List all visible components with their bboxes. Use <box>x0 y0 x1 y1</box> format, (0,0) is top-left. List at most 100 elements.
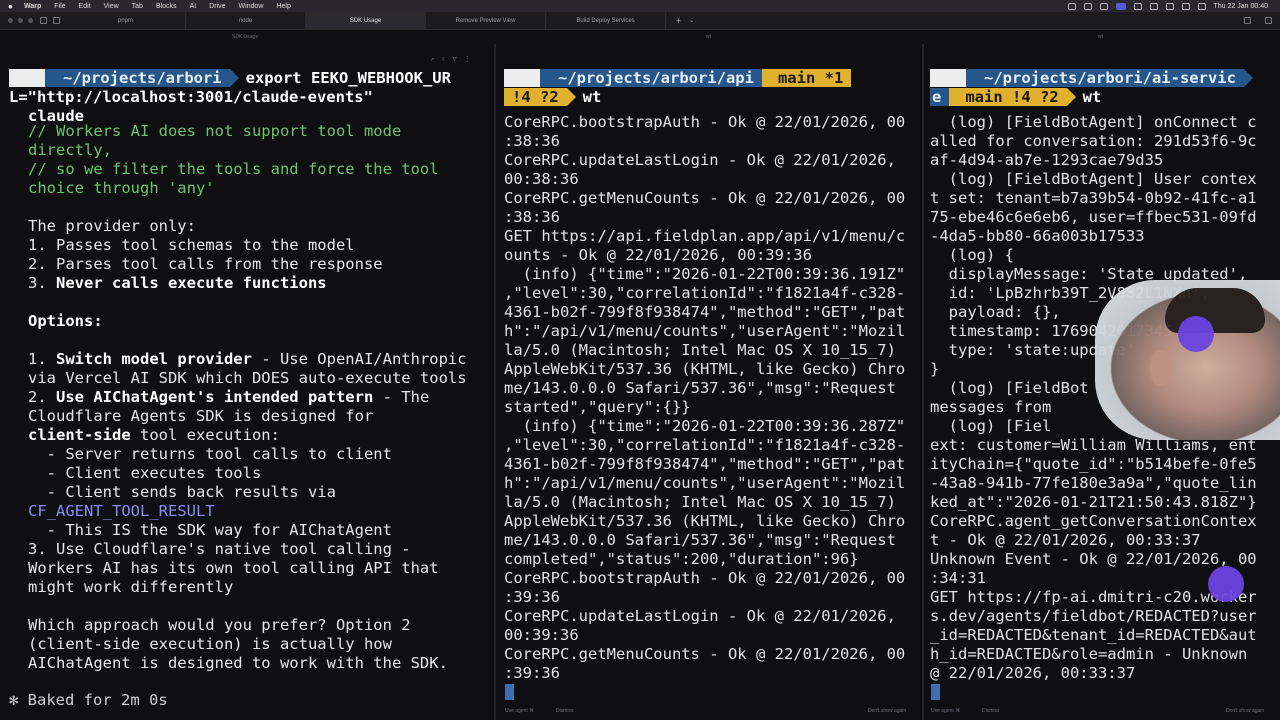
left-line: The provider only: <box>28 217 196 235</box>
menu-blocks[interactable]: Blocks <box>156 3 177 10</box>
dont-show-again-button[interactable]: Don't show again <box>868 708 906 714</box>
baked-status: ✻ Baked for 2m 0s <box>9 691 168 709</box>
sidebar-toggle-icon[interactable] <box>40 17 47 24</box>
menu-drive[interactable]: Drive <box>209 3 225 10</box>
menu-view[interactable]: View <box>104 3 119 10</box>
log-line: s.dev/agents/fieldbot/REDACTED?user <box>930 607 1257 625</box>
left-output: // Workers AI does not support tool mode… <box>28 122 467 673</box>
wifi-icon[interactable] <box>1165 2 1174 10</box>
new-tab-button[interactable]: + <box>676 16 681 26</box>
left-line <box>28 293 467 312</box>
left-line <box>28 331 467 350</box>
left-line: 1. Passes tool schemas to the model <box>28 236 355 254</box>
dismiss-button[interactable]: Dismiss <box>556 708 574 714</box>
use-agent-hint[interactable]: Use agent ⌘ <box>505 708 534 714</box>
chevron-down-icon[interactable]: ⌄ <box>689 17 694 24</box>
minimize-window-icon[interactable] <box>18 18 23 23</box>
log-line: la/5.0 (Macintosh; Intel Mac OS X 10_15_… <box>504 341 896 359</box>
left-line: - Client sends back results via <box>28 483 336 501</box>
left-line: - Server returns tool calls to client <box>28 445 392 463</box>
prompt-left: ~/projects/arbori export EEKO_WEBHOOK_UR <box>9 69 451 87</box>
log-line: (info) {"time":"2026-01-22T00:39:36.191Z… <box>504 265 906 283</box>
left-line: CF_AGENT_TOOL_RESULT <box>28 502 215 520</box>
apple-icon[interactable]: ● <box>8 2 18 11</box>
menu-edit[interactable]: Edit <box>79 3 91 10</box>
tab-remove-preview-view[interactable]: Remove Preview View <box>426 11 546 30</box>
bluetooth-icon[interactable] <box>1149 2 1158 10</box>
share-icon[interactable]: ⇗ <box>430 55 434 63</box>
menu-icon[interactable] <box>1265 17 1272 24</box>
more-icon[interactable]: ⋮ <box>464 55 471 63</box>
dont-show-again-button[interactable]: Don't show again <box>1226 708 1264 714</box>
log-line: me/143.0.0.0 Safari/537.36","msg":"Reque… <box>504 531 896 549</box>
prompt-mid-line2: !4 ?2 wt <box>504 88 601 106</box>
log-line: t - Ok @ 22/01/2026, 00:33:37 <box>930 531 1201 549</box>
audio-icon[interactable] <box>1067 2 1076 10</box>
log-line: completed","status":200,"duration":96} <box>504 550 859 568</box>
tabbar-right-controls <box>1238 17 1272 24</box>
webcam-overlay <box>1095 280 1280 440</box>
screen-record-icon[interactable] <box>1115 2 1126 10</box>
git-status-badge: !4 ?2 <box>504 88 576 106</box>
left-line: 2. Parses tool calls from the response <box>28 255 383 273</box>
log-line: 4361-b02f-799f8f938474","method":"GET","… <box>504 455 906 473</box>
cloud-icon[interactable] <box>1083 2 1092 10</box>
log-line: h":"/api/v1/menu/counts","userAgent":"Mo… <box>504 474 906 492</box>
tab-bar: pnpm node SDK Usage Remove Preview View … <box>0 11 1280 30</box>
log-line: h":"/api/v1/menu/counts","userAgent":"Mo… <box>504 322 906 340</box>
log-line: CoreRPC.updateLastLogin - Ok @ 22/01/202… <box>504 607 896 625</box>
log-line: me/143.0.0.0 Safari/537.36","msg":"Reque… <box>504 379 896 397</box>
log-line: ounts - Ok @ 22/01/2026, 00:39:36 <box>504 246 812 264</box>
log-line: GET https://api.fieldplan.app/api/v1/men… <box>504 227 906 245</box>
log-line: CoreRPC.agent_getConversationContex <box>930 512 1257 530</box>
pane-divider[interactable] <box>922 44 924 720</box>
left-line: might work differently <box>28 578 234 596</box>
ai-icon[interactable] <box>53 17 60 24</box>
dismiss-button[interactable]: Dismiss <box>982 708 1000 714</box>
clock-icon[interactable] <box>1099 2 1108 10</box>
menu-tab[interactable]: Tab <box>132 3 143 10</box>
log-line: ked_at":"2026-01-21T21:50:43.818Z"} <box>930 493 1257 511</box>
menubar-clock[interactable]: Thu 22 Jan 00:40 <box>1214 3 1269 10</box>
close-window-icon[interactable] <box>8 18 13 23</box>
settings-icon[interactable] <box>1244 17 1251 24</box>
left-line: via Vercel AI SDK which DOES auto-execut… <box>28 369 467 387</box>
tab-node[interactable]: node <box>186 11 306 30</box>
left-line: choice through 'any' <box>28 179 215 197</box>
tab-sdk-usage[interactable]: SDK Usage <box>306 11 426 30</box>
prompt-right: ~/projects/arbori/ai-servic <box>930 69 1253 87</box>
search-icon[interactable] <box>1181 2 1190 10</box>
menu-file[interactable]: File <box>54 3 65 10</box>
log-line: :38:36 <box>504 132 560 150</box>
log-line: started","query":{}} <box>504 398 691 416</box>
webcam-ear <box>1150 350 1172 386</box>
battery-icon[interactable] <box>1133 2 1142 10</box>
filter-icon[interactable]: ▽ <box>452 55 456 63</box>
cursor-highlight-icon <box>1208 566 1244 602</box>
prompt-path: ~/projects/arbori/ai-servic <box>966 69 1253 87</box>
zoom-window-icon[interactable] <box>28 18 33 23</box>
pane-label-right: wt <box>1098 34 1103 40</box>
tab-pnpm[interactable]: pnpm <box>66 11 186 30</box>
control-center-icon[interactable] <box>1197 2 1206 10</box>
prompt-mid: ~/projects/arbori/api main *1 <box>504 69 852 87</box>
left-line: // so we filter the tools and force the … <box>28 160 439 178</box>
left-line <box>28 198 467 217</box>
left-line: Options: <box>28 312 103 330</box>
left-line: 3. Never calls execute functions <box>28 274 327 292</box>
use-agent-hint[interactable]: Use agent ⌘ <box>931 708 960 714</box>
text-cursor <box>931 684 940 700</box>
download-icon[interactable]: ⇩ <box>441 55 445 63</box>
mid-output: CoreRPC.bootstrapAuth - Ok @ 22/01/2026,… <box>504 113 905 683</box>
menu-help[interactable]: Help <box>276 3 290 10</box>
git-branch: main *1 <box>761 69 852 87</box>
pane-divider[interactable] <box>494 44 496 720</box>
left-line: Cloudflare Agents SDK is designed for <box>28 407 374 425</box>
menu-warp[interactable]: Warp <box>24 3 41 10</box>
left-line: Workers AI has its own tool calling API … <box>28 559 439 577</box>
tab-build-deploy-services[interactable]: Build Deploy Services <box>546 11 666 30</box>
prompt-os-segment <box>930 69 975 87</box>
menu-ai[interactable]: AI <box>190 3 197 10</box>
log-line: t set: tenant=b7a39b54-0b92-41fc-a1 <box>930 189 1257 207</box>
menu-window[interactable]: Window <box>239 3 264 10</box>
